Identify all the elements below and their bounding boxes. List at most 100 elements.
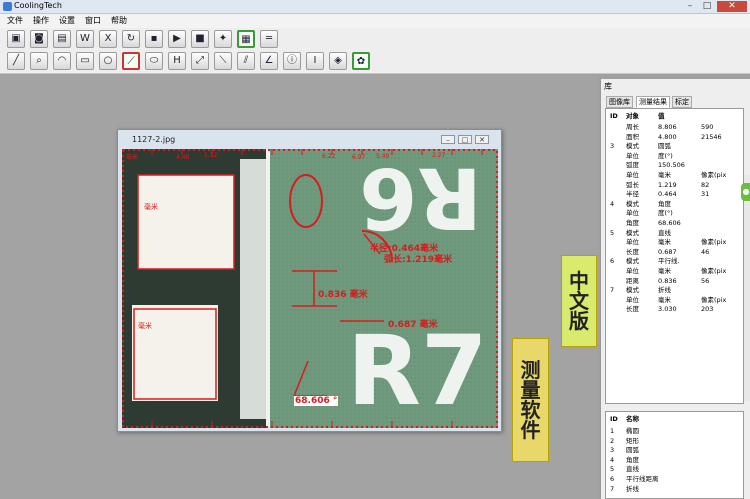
parallel-distance-icon[interactable]: ⫽ bbox=[237, 52, 255, 70]
table-cell: 203 bbox=[701, 305, 714, 314]
minimize-button[interactable]: – bbox=[683, 1, 697, 12]
app-title: CoolingTech bbox=[14, 1, 62, 10]
line-distance-icon[interactable]: ⟍ bbox=[214, 52, 232, 70]
table-cell: 单位 bbox=[626, 295, 639, 304]
table-cell: 单位 bbox=[626, 238, 639, 247]
measurement-overlay: R6 R7 bbox=[122, 149, 498, 428]
monitor-icon[interactable]: ▣ bbox=[7, 30, 25, 48]
list-cell: 角度 bbox=[626, 455, 639, 464]
svg-text:R6: R6 bbox=[359, 149, 482, 247]
maximize-button[interactable]: □ bbox=[700, 1, 714, 12]
rect1-unit-label: 毫米 bbox=[144, 203, 158, 211]
table-cell: 面积 bbox=[626, 132, 639, 141]
results-table[interactable]: ID 对象 值 周长 8.806 590 面积 4.800 21546 3 模式 圆弧 单位 度(°… bbox=[605, 108, 744, 404]
save-icon[interactable]: ▪ bbox=[145, 30, 163, 48]
menu-help[interactable]: 帮助 bbox=[111, 15, 127, 26]
table-cell: 0.464 bbox=[658, 190, 677, 199]
list-cell: 圆弧 bbox=[626, 446, 639, 455]
table-cell: 8.806 bbox=[658, 123, 677, 131]
table-cell: 毫米 bbox=[658, 267, 671, 275]
menu-window[interactable]: 窗口 bbox=[85, 15, 101, 26]
refresh-icon[interactable]: ↻ bbox=[122, 30, 140, 48]
arc-tool-icon[interactable]: ◠ bbox=[53, 52, 71, 70]
table-cell: 圆弧 bbox=[658, 142, 671, 151]
ruler-tick-label: 6.22 bbox=[322, 153, 336, 160]
library-panel: 库 图像库 测量结果 标定 ID 对象 值 周长 8.806 590 面积 4.800 2… bbox=[600, 79, 750, 499]
calibrate-icon[interactable]: ◈ bbox=[329, 52, 347, 70]
table-cell: 长度 bbox=[626, 247, 639, 256]
list-cell: 4 bbox=[610, 455, 615, 464]
table-cell: 0.836 bbox=[658, 276, 677, 285]
image-minimize-button[interactable]: – bbox=[441, 135, 455, 144]
table-cell: 毫米 bbox=[658, 171, 671, 179]
table-cell: 周长 bbox=[626, 123, 639, 131]
tab-measure-results[interactable]: 测量结果 bbox=[636, 96, 670, 108]
h-tool-icon[interactable]: H bbox=[168, 52, 186, 70]
table-cell: 5 bbox=[610, 228, 615, 237]
palette-icon[interactable]: ✿ bbox=[352, 52, 370, 70]
image-canvas[interactable]: R6 R7 毫米 4.48 1.12 6.22 6.97 5.49 2.27 毫… bbox=[122, 149, 498, 428]
measure-software-badge: 测 量 软 件 bbox=[512, 338, 549, 462]
table-cell: 毫米 bbox=[658, 238, 671, 247]
table-cell: 像素(pix bbox=[701, 267, 727, 275]
point-distance-icon[interactable]: ⤢ bbox=[191, 52, 209, 70]
table-cell: 距离 bbox=[626, 276, 639, 285]
ruler-icon[interactable]: ═ bbox=[260, 30, 278, 48]
table-cell: 平行线. bbox=[658, 257, 680, 266]
rectangle-tool-icon[interactable]: ▭ bbox=[76, 52, 94, 70]
circle-tool-icon[interactable]: ○ bbox=[99, 52, 117, 70]
text-tool-icon[interactable]: I bbox=[306, 52, 324, 70]
parallel-distance-measurement-label: 0.836 毫米 bbox=[318, 290, 368, 300]
table-cell: 150.506 bbox=[658, 161, 685, 170]
tab-calibration[interactable]: 标定 bbox=[672, 96, 692, 108]
table-cell: 模式 bbox=[626, 257, 639, 266]
menu-settings[interactable]: 设置 bbox=[59, 15, 75, 26]
table-cell: 模式 bbox=[626, 199, 639, 208]
table-cell: 像素(pix bbox=[701, 171, 727, 179]
angle-measurement-label: 68.606 ° bbox=[294, 396, 339, 406]
vertical-scrollbar[interactable] bbox=[744, 175, 750, 401]
stop-icon[interactable]: ■ bbox=[191, 30, 209, 48]
info-icon[interactable]: ⓘ bbox=[283, 52, 301, 70]
image-close-button[interactable]: ✕ bbox=[475, 135, 489, 144]
table-cell: 单位 bbox=[626, 151, 639, 160]
play-icon[interactable]: ▶ bbox=[168, 30, 186, 48]
table-cell: 3.030 bbox=[658, 305, 677, 314]
list-cell: 7 bbox=[610, 484, 615, 493]
list-cell: 椭圆 bbox=[626, 427, 639, 435]
table-cell: 模式 bbox=[626, 228, 639, 237]
ruler-top-label: 毫米 bbox=[126, 154, 139, 161]
magnify-tool-icon[interactable]: ⌕ bbox=[30, 52, 48, 70]
camera-icon[interactable]: ◙ bbox=[30, 30, 48, 48]
open-folder-icon[interactable]: ▤ bbox=[53, 30, 71, 48]
angle-tool-icon[interactable]: ∠ bbox=[260, 52, 278, 70]
panel-title: 库 bbox=[604, 82, 612, 91]
chinese-version-badge: 中 文 版 bbox=[561, 255, 597, 347]
word-export-icon[interactable]: W bbox=[76, 30, 94, 48]
polyline-tool-icon[interactable]: ⟋ bbox=[122, 52, 140, 70]
list-cell: 矩形 bbox=[626, 436, 639, 445]
image-maximize-button[interactable]: □ bbox=[458, 135, 472, 144]
rect2-unit-label: 毫米 bbox=[138, 322, 152, 330]
close-button[interactable]: ✕ bbox=[717, 1, 747, 12]
grid-icon[interactable]: ▦ bbox=[237, 30, 255, 48]
list-cell: 直线 bbox=[626, 465, 639, 474]
excel-export-icon[interactable]: X bbox=[99, 30, 117, 48]
line-tool-icon[interactable]: ╱ bbox=[7, 52, 25, 70]
tab-image-library[interactable]: 图像库 bbox=[606, 96, 633, 108]
panel-pin-icon[interactable]: ● bbox=[741, 183, 750, 201]
table-cell: 1.219 bbox=[658, 180, 677, 189]
ellipse-tool-icon[interactable]: ⬭ bbox=[145, 52, 163, 70]
table-cell: 4 bbox=[610, 199, 615, 208]
table-cell: 毫米 bbox=[658, 295, 671, 304]
table-cell: 68.606 bbox=[658, 219, 681, 227]
object-list[interactable]: ID 名称 1 椭圆 2 矩形 3 圆弧 4 角度 5 直线 6 平行线距离 7 折线 bbox=[605, 411, 744, 499]
menu-file[interactable]: 文件 bbox=[7, 15, 23, 26]
ruler-tick-label: 4.48 bbox=[176, 154, 190, 161]
menu-operate[interactable]: 操作 bbox=[33, 15, 49, 26]
table-cell: 模式 bbox=[626, 286, 639, 295]
title-bar: CoolingTech – □ ✕ bbox=[0, 0, 750, 14]
table-cell: 度(°) bbox=[658, 209, 673, 218]
settings-icon[interactable]: ✦ bbox=[214, 30, 232, 48]
app-icon bbox=[3, 2, 12, 11]
